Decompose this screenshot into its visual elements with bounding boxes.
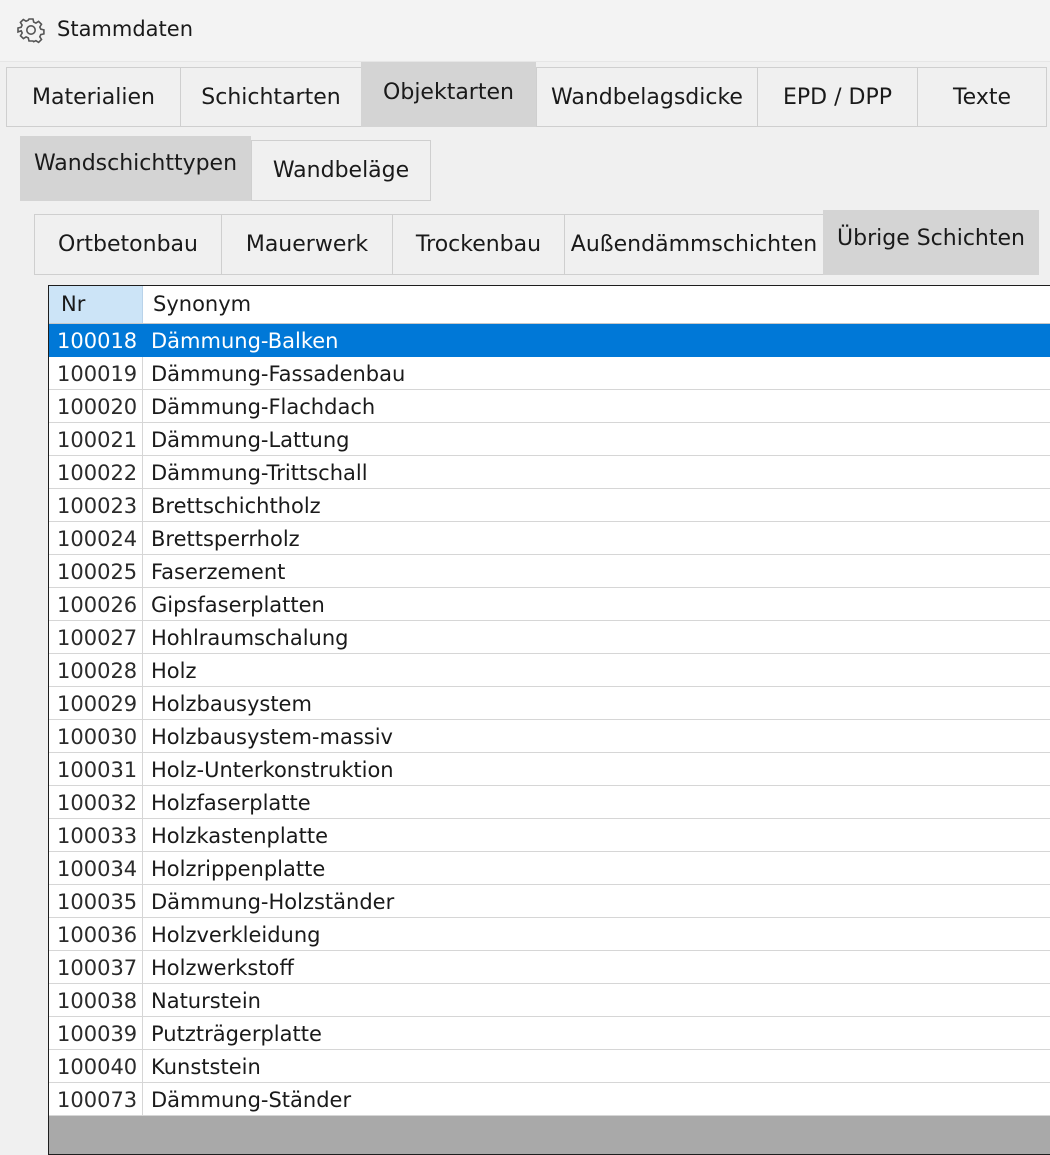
table-row[interactable]: 100030 Holzbausystem-massiv bbox=[49, 720, 1050, 753]
cell-synonym: Gipsfaserplatten bbox=[151, 593, 325, 617]
cell-synonym: Brettschichtholz bbox=[151, 494, 321, 518]
cell-nr: 100027 bbox=[49, 621, 143, 653]
table-row[interactable]: 100039 Putzträgerplatte bbox=[49, 1017, 1050, 1050]
table-row[interactable]: 100031 Holz-Unterkonstruktion bbox=[49, 753, 1050, 786]
table-row[interactable]: 100026 Gipsfaserplatten bbox=[49, 588, 1050, 621]
column-header-synonym[interactable]: Synonym bbox=[143, 286, 1050, 323]
table-row[interactable]: 100020 Dämmung-Flachdach bbox=[49, 390, 1050, 423]
table-row[interactable]: 100029 Holzbausystem bbox=[49, 687, 1050, 720]
cell-synonym: Dämmung-Ständer bbox=[151, 1088, 352, 1112]
table-row[interactable]: 100024 Brettsperrholz bbox=[49, 522, 1050, 555]
cell-synonym: Dämmung-Fassadenbau bbox=[151, 362, 406, 386]
table-row[interactable]: 100018 Dämmung-Balken bbox=[49, 324, 1050, 357]
title-bar: Stammdaten bbox=[0, 0, 1050, 62]
table-row[interactable]: 100034 Holzrippenplatte bbox=[49, 852, 1050, 885]
data-grid[interactable]: Nr Synonym 100018 Dämmung-Balken 100019 Däm… bbox=[48, 285, 1050, 1155]
cell-nr: 100023 bbox=[49, 489, 143, 521]
cell-nr: 100018 bbox=[49, 324, 143, 356]
table-row[interactable]: 100037 Holzwerkstoff bbox=[49, 951, 1050, 984]
table-row[interactable]: 100038 Naturstein bbox=[49, 984, 1050, 1017]
cell-synonym: Holzbausystem-massiv bbox=[151, 725, 393, 749]
table-row[interactable]: 100022 Dämmung-Trittschall bbox=[49, 456, 1050, 489]
tab-ortbetonbau[interactable]: Ortbetonbau bbox=[34, 214, 221, 275]
cell-nr: 100037 bbox=[49, 951, 143, 983]
column-header-nr[interactable]: Nr bbox=[49, 286, 143, 323]
cell-nr: 100022 bbox=[49, 456, 143, 488]
cell-synonym: Holzverkleidung bbox=[151, 923, 321, 947]
grid-rows: 100018 Dämmung-Balken 100019 Dämmung-Fassad… bbox=[49, 324, 1050, 1116]
table-row[interactable]: 100073 Dämmung-Ständer bbox=[49, 1083, 1050, 1116]
cell-synonym: Holzkastenplatte bbox=[151, 824, 328, 848]
cell-nr: 100021 bbox=[49, 423, 143, 455]
cell-synonym: Hohlraumschalung bbox=[151, 626, 349, 650]
table-row[interactable]: 100033 Holzkastenplatte bbox=[49, 819, 1050, 852]
cell-synonym: Holzfaserplatte bbox=[151, 791, 311, 815]
cell-nr: 100019 bbox=[49, 357, 143, 389]
cell-nr: 100039 bbox=[49, 1017, 143, 1049]
table-row[interactable]: 100027 Hohlraumschalung bbox=[49, 621, 1050, 654]
cell-synonym: Putzträgerplatte bbox=[151, 1022, 322, 1046]
tab-wandbelaege[interactable]: Wandbeläge bbox=[251, 140, 431, 201]
table-row[interactable]: 100036 Holzverkleidung bbox=[49, 918, 1050, 951]
cell-synonym: Holz-Unterkonstruktion bbox=[151, 758, 394, 782]
table-row[interactable]: 100021 Dämmung-Lattung bbox=[49, 423, 1050, 456]
tab-objektarten[interactable]: Objektarten bbox=[361, 62, 536, 127]
tab-epd-dpp[interactable]: EPD / DPP bbox=[757, 67, 917, 127]
cell-nr: 100025 bbox=[49, 555, 143, 587]
window-title: Stammdaten bbox=[57, 17, 194, 41]
cell-synonym: Kunststein bbox=[151, 1055, 261, 1079]
cell-nr: 100040 bbox=[49, 1050, 143, 1082]
cell-nr: 100035 bbox=[49, 885, 143, 917]
cell-synonym: Dämmung-Trittschall bbox=[151, 461, 368, 485]
cell-nr: 100026 bbox=[49, 588, 143, 620]
cell-nr: 100034 bbox=[49, 852, 143, 884]
tab-mauerwerk[interactable]: Mauerwerk bbox=[221, 214, 392, 275]
tab-uebrige-schichten[interactable]: Übrige Schichten bbox=[823, 210, 1039, 275]
table-row[interactable]: 100028 Holz bbox=[49, 654, 1050, 687]
cell-nr: 100029 bbox=[49, 687, 143, 719]
cell-nr: 100020 bbox=[49, 390, 143, 422]
cell-nr: 100031 bbox=[49, 753, 143, 785]
cell-synonym: Dämmung-Balken bbox=[151, 329, 339, 353]
cell-synonym: Holzrippenplatte bbox=[151, 857, 326, 881]
cell-nr: 100024 bbox=[49, 522, 143, 554]
table-row[interactable]: 100023 Brettschichtholz bbox=[49, 489, 1050, 522]
cell-synonym: Holzwerkstoff bbox=[151, 956, 294, 980]
cell-synonym: Holz bbox=[151, 659, 197, 683]
table-row[interactable]: 100035 Dämmung-Holzständer bbox=[49, 885, 1050, 918]
cell-synonym: Holzbausystem bbox=[151, 692, 312, 716]
tab-trockenbau[interactable]: Trockenbau bbox=[392, 214, 564, 275]
cell-synonym: Dämmung-Lattung bbox=[151, 428, 350, 452]
table-row[interactable]: 100032 Holzfaserplatte bbox=[49, 786, 1050, 819]
table-row[interactable]: 100025 Faserzement bbox=[49, 555, 1050, 588]
tab-materialien[interactable]: Materialien bbox=[6, 67, 180, 127]
cell-synonym: Dämmung-Holzständer bbox=[151, 890, 395, 914]
cell-synonym: Naturstein bbox=[151, 989, 261, 1013]
cell-nr: 100036 bbox=[49, 918, 143, 950]
cell-nr: 100028 bbox=[49, 654, 143, 686]
table-row[interactable]: 100040 Kunststein bbox=[49, 1050, 1050, 1083]
cell-synonym: Faserzement bbox=[151, 560, 286, 584]
cell-synonym: Dämmung-Flachdach bbox=[151, 395, 376, 419]
cell-nr: 100032 bbox=[49, 786, 143, 818]
grid-header: Nr Synonym bbox=[49, 286, 1050, 324]
tab-texte[interactable]: Texte bbox=[917, 67, 1047, 127]
cell-nr: 100033 bbox=[49, 819, 143, 851]
table-row[interactable]: 100019 Dämmung-Fassadenbau bbox=[49, 357, 1050, 390]
tab-wandschichttypen[interactable]: Wandschichttypen bbox=[20, 136, 251, 201]
gear-icon bbox=[17, 18, 45, 44]
cell-nr: 100030 bbox=[49, 720, 143, 752]
cell-nr: 100073 bbox=[49, 1083, 143, 1115]
cell-synonym: Brettsperrholz bbox=[151, 527, 300, 551]
tab-wandbelagsdicke[interactable]: Wandbelagsdicke bbox=[536, 67, 757, 127]
tab-schichtarten[interactable]: Schichtarten bbox=[180, 67, 361, 127]
cell-nr: 100038 bbox=[49, 984, 143, 1016]
tab-aussendaemmschichten[interactable]: Außendämmschichten bbox=[564, 214, 823, 275]
